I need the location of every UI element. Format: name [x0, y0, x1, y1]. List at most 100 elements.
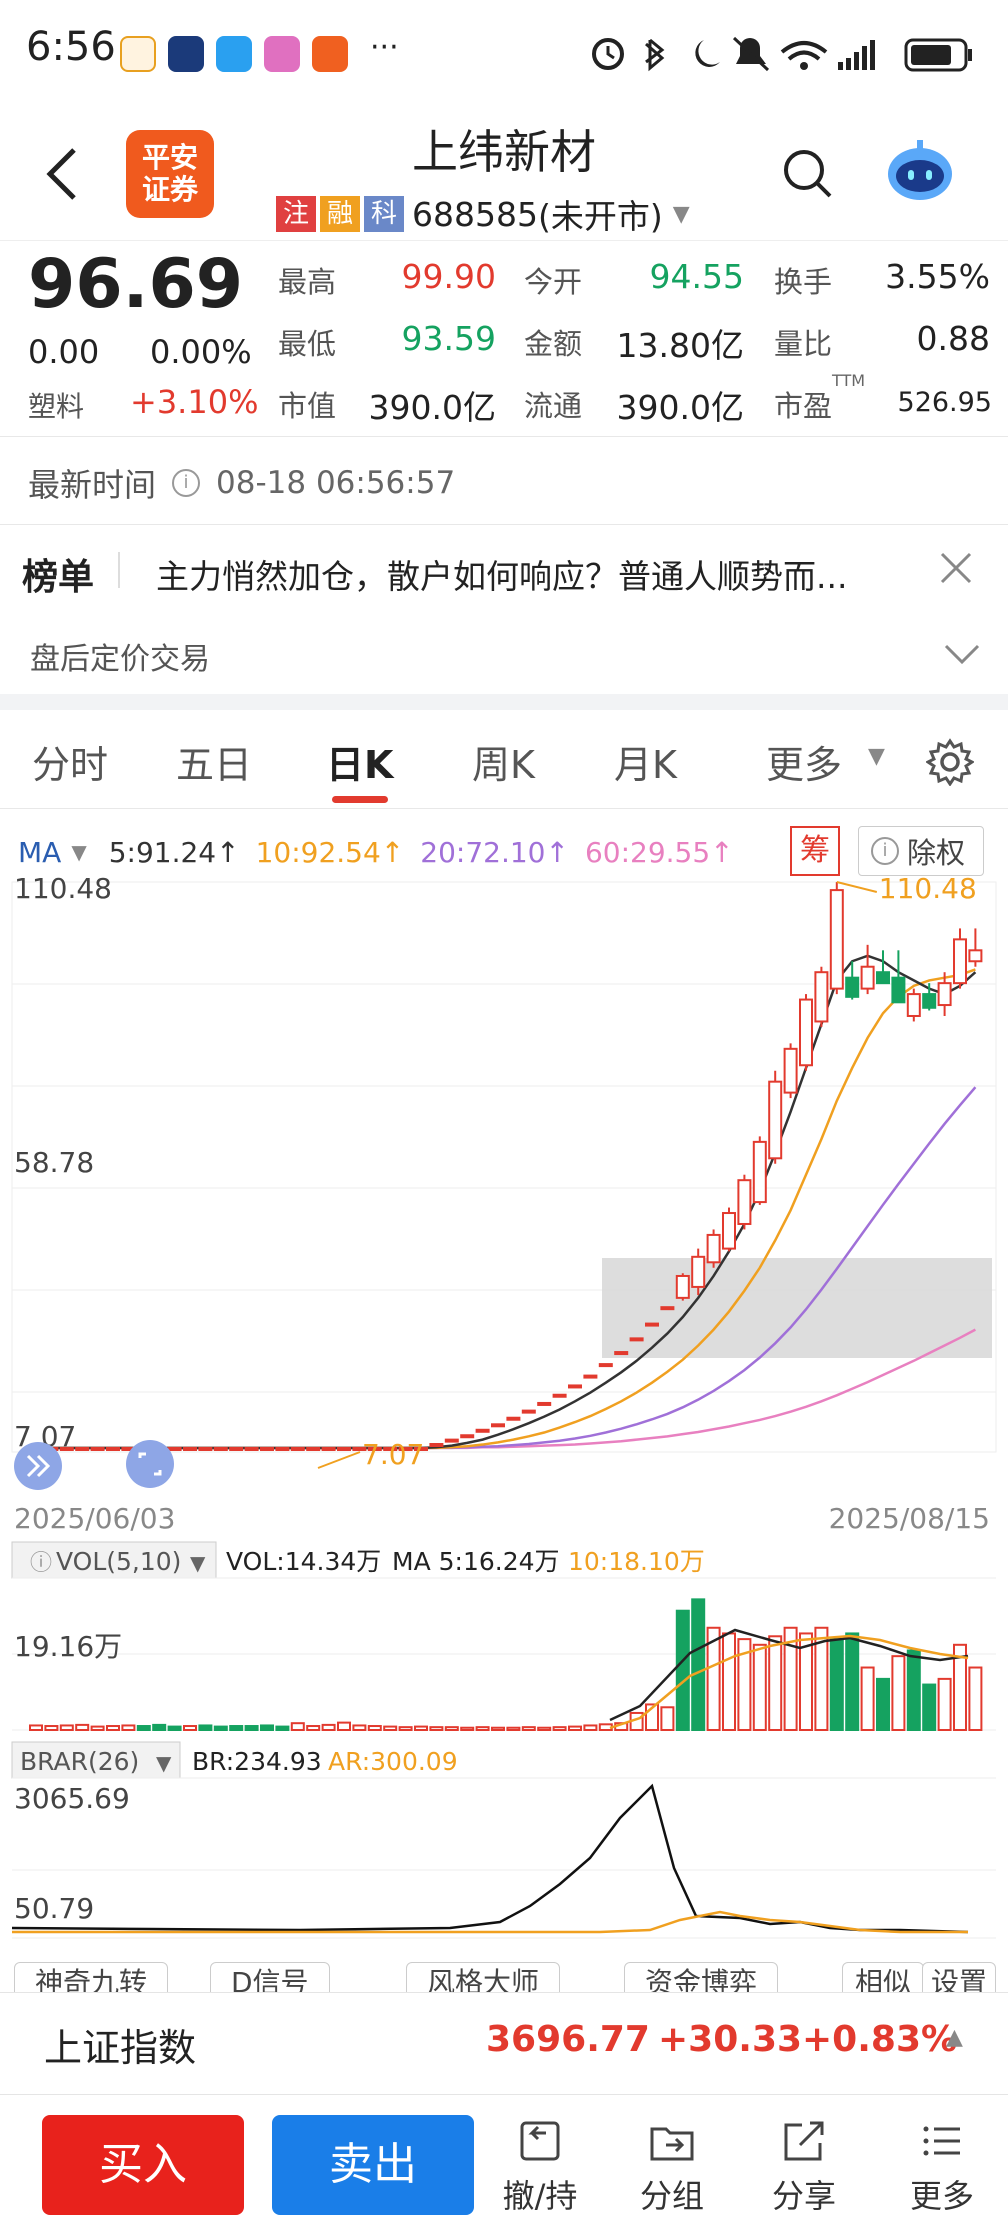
after-hours-label: 盘后定价交易 — [30, 642, 210, 677]
candle-body — [752, 1140, 767, 1204]
volume-bar — [460, 1726, 475, 1732]
tab-five-day[interactable]: 五日 — [176, 734, 252, 789]
mktcap-label: 市值 — [278, 389, 337, 423]
sector-name[interactable]: 塑料 — [28, 385, 84, 425]
share-button[interactable]: 分享 — [754, 2119, 854, 2217]
candle-body — [506, 1416, 521, 1421]
expand-icon[interactable] — [14, 1442, 62, 1490]
candle — [583, 1374, 598, 1379]
candle — [229, 1447, 244, 1451]
candle-body — [614, 1351, 629, 1356]
y-tick-max: 110.48 — [14, 872, 112, 905]
amount-value: 13.80亿 — [616, 326, 744, 365]
candle — [891, 950, 906, 1004]
tag-star-market: 科 — [364, 196, 404, 232]
volume-bar — [398, 1726, 413, 1731]
candle-body — [722, 1212, 736, 1250]
group-button[interactable]: 分组 — [622, 2119, 722, 2217]
volume-bar — [491, 1726, 505, 1732]
info-icon[interactable]: i — [172, 469, 201, 497]
candle-body — [337, 1447, 351, 1451]
candle-body — [491, 1423, 505, 1428]
buy-button[interactable]: 买入 — [42, 2115, 244, 2215]
market-status: (未开市) — [537, 197, 663, 236]
ranking-headline[interactable]: 主力悄然加仓，散户如何响应？普通人顺势而... — [156, 550, 847, 598]
search-icon[interactable] — [782, 148, 834, 200]
candle — [737, 1174, 752, 1230]
vol-tick: 19.16万 — [14, 1630, 122, 1663]
candle-body — [799, 998, 813, 1067]
amount-label: 金额 — [524, 327, 583, 361]
volume-bar — [75, 1723, 90, 1732]
menu-icon — [923, 2126, 960, 2156]
stock-code: 688585 — [412, 194, 538, 234]
candle-body — [906, 993, 921, 1017]
candle-body — [475, 1428, 490, 1433]
bluetooth-icon — [645, 38, 665, 72]
candle-body — [829, 889, 844, 990]
volume-bar — [768, 1635, 783, 1732]
candle-body — [860, 965, 875, 990]
stock-subtitle[interactable]: 注 融 科 688585 (未开市) ▼ — [276, 190, 690, 238]
kline-chart[interactable]: 110.48 58.78 7.07 110.48 7.07 2025/06/03… — [0, 818, 1008, 1968]
candle-body — [244, 1447, 259, 1451]
close-icon[interactable] — [940, 552, 972, 584]
candle — [183, 1447, 197, 1451]
latest-time-label: 最新时间 — [28, 466, 157, 504]
app-icon — [216, 36, 252, 72]
ma-lines — [36, 954, 977, 1450]
ma5-line — [36, 954, 977, 1450]
candle — [568, 1384, 582, 1389]
volume-bar — [414, 1725, 428, 1731]
candle — [321, 1447, 336, 1451]
volume-bar — [660, 1706, 675, 1732]
gear-icon[interactable] — [926, 738, 974, 786]
volume-bar — [537, 1726, 552, 1732]
candle — [429, 1443, 444, 1448]
volume-bar — [229, 1725, 244, 1731]
ranking-label: 榜单 — [22, 557, 95, 598]
volume-bar — [922, 1683, 937, 1731]
volume-bar — [906, 1649, 921, 1731]
stock-name: 上纬新材 — [412, 125, 596, 179]
candle-body — [75, 1447, 90, 1451]
index-ticker[interactable]: 上证指数 3696.77 +30.33 +0.83% ▲ — [0, 1992, 1008, 2092]
dropdown-caret-icon: ▼ — [156, 1751, 172, 1775]
after-hours-row[interactable]: 盘后定价交易 — [0, 620, 1008, 694]
ai-robot-icon[interactable] — [884, 136, 956, 208]
volume-bar — [167, 1725, 182, 1731]
candle — [876, 950, 890, 985]
volume-bar — [583, 1724, 598, 1731]
latest-time-value: 08-18 06:56:57 — [216, 465, 456, 501]
volume-bar — [198, 1724, 213, 1731]
candle-body — [260, 1447, 274, 1451]
tab-daily-k[interactable]: 日K — [326, 734, 393, 789]
fullscreen-icon[interactable] — [126, 1440, 174, 1488]
tab-monthly-k[interactable]: 月K — [614, 734, 677, 789]
volratio-value: 0.88 — [916, 319, 990, 358]
tab-more[interactable]: 更多 — [766, 734, 842, 789]
br-line — [11, 1783, 969, 1934]
candle-body — [521, 1409, 536, 1414]
candle — [167, 1447, 182, 1451]
period-tabs: 分时 五日 日K 周K 月K 更多 ▼ — [0, 714, 1008, 810]
candle — [475, 1428, 490, 1433]
cancel-hold-button[interactable]: 撤/持 — [490, 2119, 590, 2217]
candle — [290, 1447, 305, 1451]
chevron-down-icon[interactable] — [944, 642, 980, 666]
tab-intraday[interactable]: 分时 — [32, 734, 108, 789]
candle — [90, 1447, 105, 1451]
volume-bar — [321, 1723, 336, 1732]
candle-body — [583, 1374, 598, 1379]
more-notifications-icon: ··· — [370, 30, 399, 65]
candle — [106, 1447, 120, 1451]
candle — [537, 1401, 552, 1406]
sector-change: +3.10% — [130, 383, 259, 421]
more-button[interactable]: 更多 — [892, 2119, 992, 2217]
volume-bar — [59, 1724, 74, 1731]
tab-weekly-k[interactable]: 周K — [472, 734, 535, 789]
end-date: 2025/08/15 — [829, 1502, 990, 1535]
sell-button[interactable]: 卖出 — [272, 2115, 474, 2215]
volume-bar — [44, 1725, 59, 1731]
ranking-banner[interactable]: 榜单 主力悄然加仓，散户如何响应？普通人顺势而... — [0, 526, 1008, 618]
